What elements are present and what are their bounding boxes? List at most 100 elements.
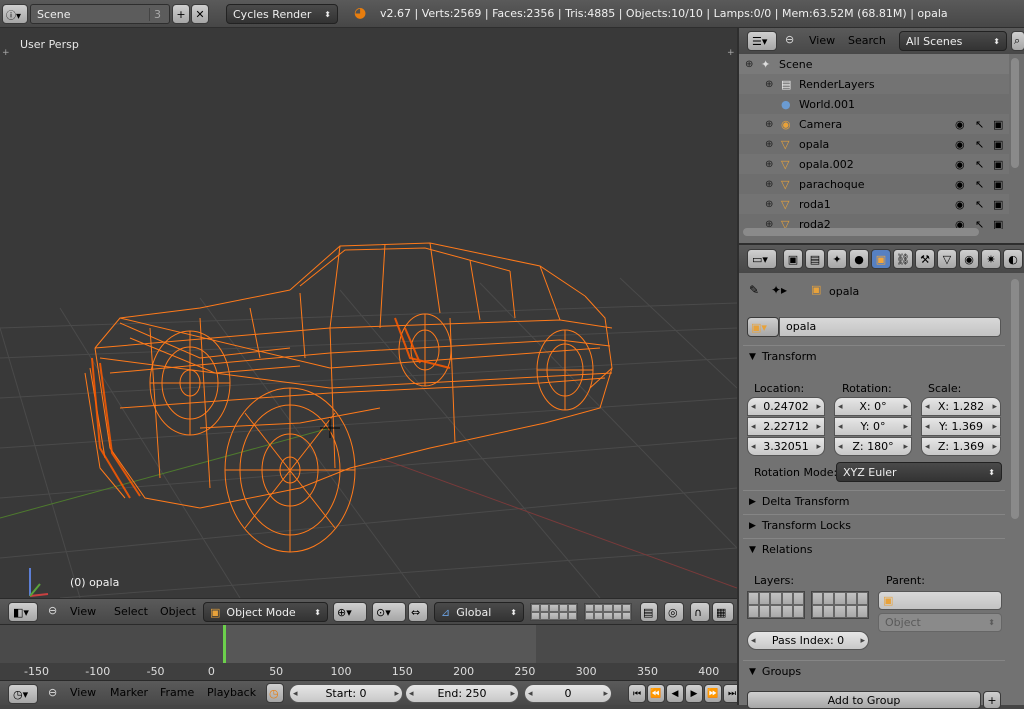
outliner-scrollbar[interactable]: [1011, 58, 1019, 168]
collapse-menu-icon[interactable]: ⊖: [785, 33, 794, 46]
jump-start-button[interactable]: ⏮: [628, 684, 646, 703]
expand-toggle-icon[interactable]: ⊕: [745, 59, 753, 70]
scene-selector[interactable]: Scene 3: [30, 4, 170, 24]
object-browse-button[interactable]: ▣▾: [747, 317, 779, 337]
outliner-item-name[interactable]: parachoque: [799, 178, 864, 191]
outliner-row[interactable]: ⊕ ▽ parachoque ◉ ↖ ▣: [739, 174, 1009, 194]
delta-transform-panel-header[interactable]: ▶ Delta Transform: [743, 490, 1005, 512]
outliner-item-name[interactable]: RenderLayers: [799, 78, 875, 91]
render-icon[interactable]: ▣: [993, 198, 1003, 211]
collapse-menu-icon[interactable]: ⊖: [48, 686, 57, 699]
outliner-item-name[interactable]: Camera: [799, 118, 842, 131]
area-corner-icon[interactable]: +: [2, 48, 10, 58]
render-icon[interactable]: ▣: [993, 118, 1003, 131]
editor-type-button[interactable]: ⓘ▾: [2, 4, 28, 24]
parent-type-select[interactable]: Object ⬍: [878, 613, 1002, 632]
tab-physics[interactable]: ◐: [1003, 249, 1023, 269]
outliner-item-name[interactable]: roda1: [799, 198, 831, 211]
eye-icon[interactable]: ◉: [955, 178, 965, 191]
render-icon[interactable]: ▣: [993, 158, 1003, 171]
eye-icon[interactable]: ◉: [955, 198, 965, 211]
outliner-hscrollbar[interactable]: [743, 228, 979, 236]
prev-keyframe-button[interactable]: ⏪: [647, 684, 665, 703]
menu-view[interactable]: View: [70, 605, 96, 618]
scale-x-field[interactable]: X: 1.282: [921, 397, 1001, 416]
timeline-area[interactable]: -150 -100 -50 0 50 100 150 200 250 300 350 400: [0, 624, 737, 681]
rotation-mode-select[interactable]: XYZ Euler ⬍: [836, 462, 1002, 482]
pin-icon[interactable]: ✎: [749, 283, 759, 297]
tab-constraints[interactable]: ⛓: [893, 249, 913, 269]
outliner-item-name[interactable]: opala: [799, 138, 829, 151]
parent-field[interactable]: ▣: [878, 591, 1002, 610]
delete-scene-button[interactable]: ✕: [191, 4, 209, 24]
tab-data[interactable]: ▽: [937, 249, 957, 269]
tab-material[interactable]: ◉: [959, 249, 979, 269]
editor-type-button[interactable]: ▭▾: [747, 249, 777, 269]
menu-playback[interactable]: Playback: [207, 686, 256, 699]
add-to-group-button[interactable]: Add to Group: [747, 691, 981, 709]
tab-modifiers[interactable]: ⚒: [915, 249, 935, 269]
outliner-row[interactable]: ⊕ ◉ Camera ◉ ↖ ▣: [739, 114, 1009, 134]
manipulator-toggle[interactable]: ⇔: [408, 602, 428, 622]
lock-layers-button[interactable]: ▤: [640, 602, 658, 622]
menu-search[interactable]: Search: [848, 34, 886, 47]
cursor-icon[interactable]: ↖: [975, 158, 984, 171]
cursor-icon[interactable]: ↖: [975, 138, 984, 151]
rotation-x-field[interactable]: X: 0°: [834, 397, 912, 416]
viewport-shading-button[interactable]: ⊕▾: [333, 602, 367, 622]
tab-object[interactable]: ▣: [871, 249, 891, 269]
tab-render[interactable]: ▣: [783, 249, 803, 269]
menu-frame[interactable]: Frame: [160, 686, 194, 699]
render-icon[interactable]: ▣: [993, 138, 1003, 151]
rotation-y-field[interactable]: Y: 0°: [834, 417, 912, 436]
outliner-row[interactable]: ⊕ ▽ roda2 ◉ ↖ ▣: [739, 214, 1009, 230]
location-y-field[interactable]: 2.22712: [747, 417, 825, 436]
viewport-canvas[interactable]: [0, 28, 737, 598]
snap-toggle-button[interactable]: ∩: [690, 602, 710, 622]
outliner-row[interactable]: ⊕ ▽ roda1 ◉ ↖ ▣: [739, 194, 1009, 214]
play-button[interactable]: ▶: [685, 684, 703, 703]
outliner-item-name[interactable]: opala.002: [799, 158, 854, 171]
scale-z-field[interactable]: Z: 1.369: [921, 437, 1001, 456]
editor-type-button[interactable]: ◷▾: [8, 684, 38, 704]
play-reverse-button[interactable]: ◀: [666, 684, 684, 703]
tab-world[interactable]: ●: [849, 249, 869, 269]
expand-toggle-icon[interactable]: ⊕: [765, 139, 773, 150]
eye-icon[interactable]: ◉: [955, 118, 965, 131]
cursor-icon[interactable]: ↖: [975, 198, 984, 211]
collapse-menu-icon[interactable]: ⊖: [48, 604, 57, 617]
menu-select[interactable]: Select: [114, 605, 148, 618]
tab-scene[interactable]: ✦: [827, 249, 847, 269]
expand-toggle-icon[interactable]: ⊕: [765, 199, 773, 210]
current-frame-input[interactable]: 0: [524, 684, 612, 703]
editor-type-button[interactable]: ◧▾: [8, 602, 38, 622]
scale-y-field[interactable]: Y: 1.369: [921, 417, 1001, 436]
menu-marker[interactable]: Marker: [110, 686, 148, 699]
tab-particles[interactable]: ✷: [981, 249, 1001, 269]
expand-toggle-icon[interactable]: ⊕: [765, 179, 773, 190]
expand-toggle-icon[interactable]: ⊕: [765, 159, 773, 170]
transform-locks-panel-header[interactable]: ▶ Transform Locks: [743, 514, 1005, 536]
3d-viewport[interactable]: User Persp (0) opala + +: [0, 28, 737, 598]
menu-view[interactable]: View: [70, 686, 96, 699]
groups-panel-header[interactable]: ▼ Groups: [743, 660, 1005, 682]
area-corner-icon[interactable]: +: [727, 48, 735, 58]
pass-index-field[interactable]: Pass Index: 0: [747, 631, 869, 650]
rotation-z-field[interactable]: Z: 180°: [834, 437, 912, 456]
current-frame-marker[interactable]: [223, 625, 226, 665]
object-name-field[interactable]: ▣▾ opala: [747, 317, 1001, 337]
cursor-icon[interactable]: ↖: [975, 118, 984, 131]
menu-view[interactable]: View: [809, 34, 835, 47]
add-group-plus-button[interactable]: +: [983, 691, 1001, 709]
location-x-field[interactable]: 0.24702: [747, 397, 825, 416]
outliner-row[interactable]: ⊕ ✦ Scene: [739, 54, 1009, 74]
relations-panel-header[interactable]: ▼ Relations: [743, 538, 1005, 560]
tab-render-layers[interactable]: ▤: [805, 249, 825, 269]
search-filter-button[interactable]: ⌕: [1011, 31, 1024, 51]
preview-range-button[interactable]: ◷: [266, 683, 284, 703]
render-engine-select[interactable]: Cycles Render ⬍: [226, 4, 338, 24]
eye-icon[interactable]: ◉: [955, 138, 965, 151]
outliner-row[interactable]: ⊕ ▽ opala.002 ◉ ↖ ▣: [739, 154, 1009, 174]
timeline-ruler[interactable]: -150 -100 -50 0 50 100 150 200 250 300 350 400: [0, 663, 737, 681]
mode-select[interactable]: ▣ Object Mode ⬍: [203, 602, 328, 622]
